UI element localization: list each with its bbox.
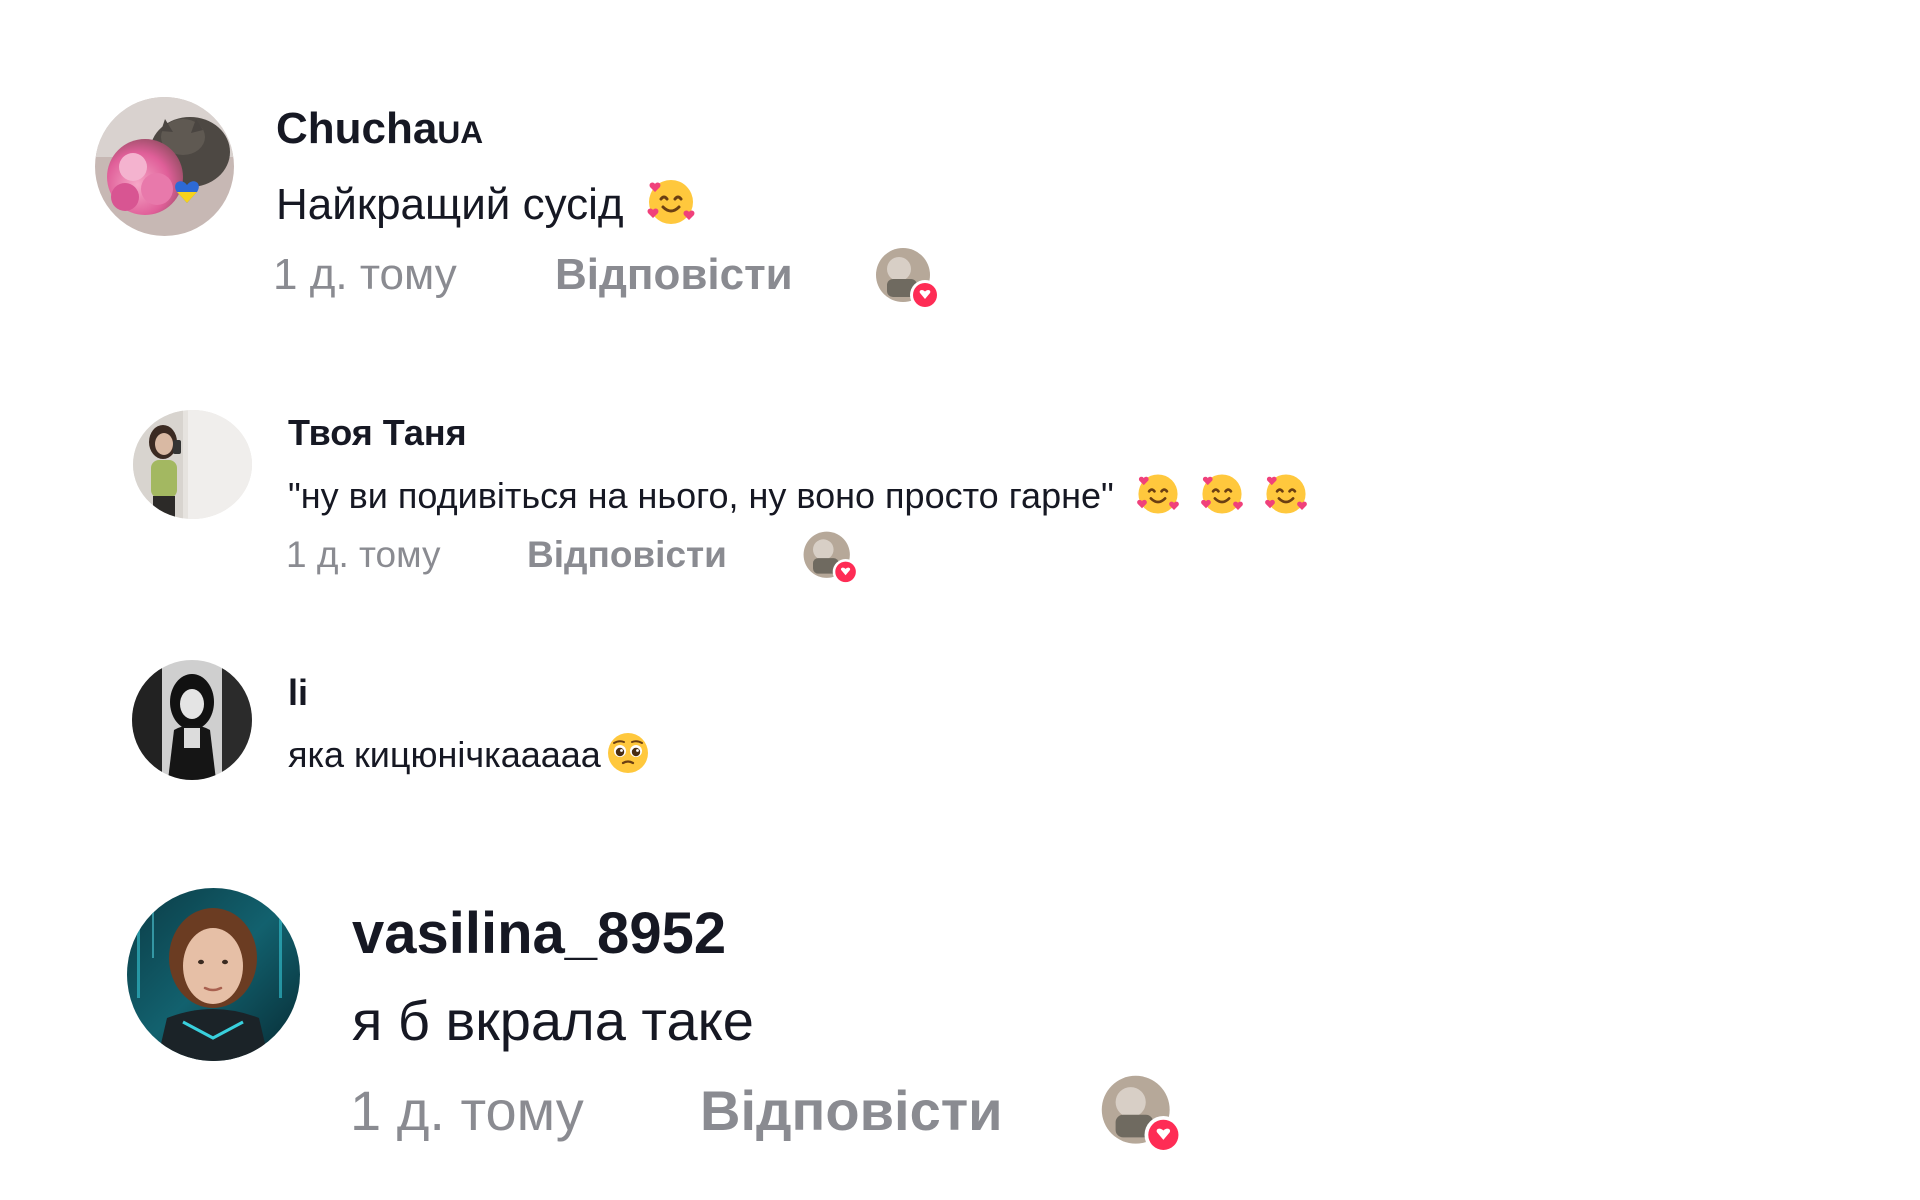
smiling-face-with-hearts-icon <box>1134 470 1182 527</box>
avatar[interactable] <box>132 660 252 780</box>
comment-text: яка кицюнічкааааа <box>288 730 651 785</box>
comment-username[interactable]: Твоя Таня <box>288 412 467 454</box>
comment-timestamp: 1 д. тому <box>286 534 441 575</box>
comment-username[interactable]: vasilina_8952 <box>352 900 726 967</box>
comment-text: я б вкрала таке <box>352 989 754 1052</box>
avatar[interactable] <box>133 410 252 519</box>
avatar[interactable] <box>127 888 300 1061</box>
comment-username[interactable]: ChuchaUA <box>276 104 483 154</box>
reply-button[interactable]: Відповісти <box>555 250 793 300</box>
smiling-face-with-hearts-icon <box>1198 470 1246 527</box>
comment-text-content: "ну ви подивіться на нього, ну воно прос… <box>288 475 1114 517</box>
comment-timestamp: 1 д. тому <box>350 1079 584 1142</box>
username-suffix: UA <box>437 114 484 150</box>
comment-text: Найкращий сусід <box>276 175 698 240</box>
username-text: Chucha <box>276 104 438 153</box>
reply-button[interactable]: Відповісти <box>527 534 727 576</box>
creator-liked-badge[interactable] <box>1098 1072 1186 1160</box>
avatar[interactable] <box>95 97 234 236</box>
smiling-face-with-hearts-icon <box>1262 470 1310 527</box>
comment-text-content: яка кицюнічкааааа <box>288 734 601 776</box>
pleading-face-icon <box>605 730 651 785</box>
creator-liked-badge[interactable] <box>801 529 861 589</box>
reply-button[interactable]: Відповісти <box>700 1078 1003 1143</box>
comment-text: "ну ви подивіться на нього, ну воно прос… <box>288 470 1310 527</box>
comment-text-content: Найкращий сусід <box>276 180 624 230</box>
smiling-face-with-hearts-icon <box>644 175 698 240</box>
comment-username[interactable]: li <box>288 672 308 714</box>
creator-liked-badge[interactable] <box>873 245 943 315</box>
screenshot-divider <box>0 797 1920 799</box>
comment-timestamp: 1 д. тому <box>273 250 457 299</box>
